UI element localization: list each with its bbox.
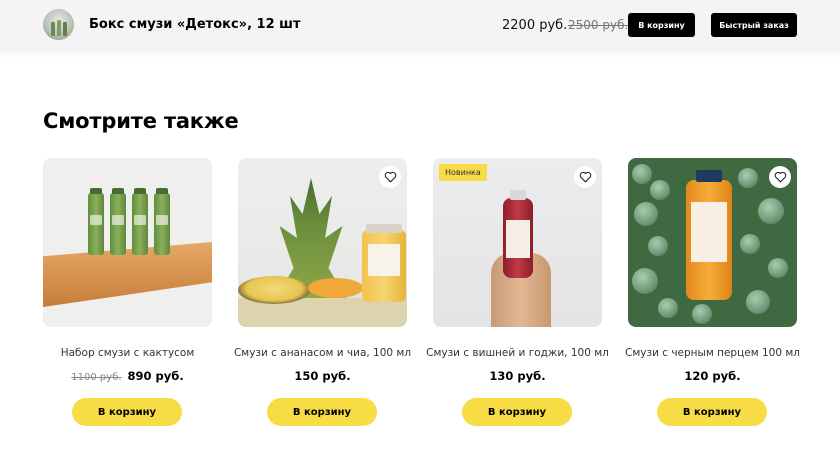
- product-price: 150 руб.: [294, 369, 351, 383]
- add-to-cart-button[interactable]: В корзину: [462, 398, 572, 426]
- product-price: 2200 руб.: [502, 18, 568, 33]
- new-badge: Новинка: [439, 164, 487, 181]
- product-image[interactable]: [238, 158, 407, 327]
- sticky-product-bar: Бокс смузи «Детокс», 12 шт 2200 руб. 250…: [0, 0, 840, 51]
- product-name[interactable]: Смузи с вишней и годжи, 100 мл: [413, 347, 622, 359]
- heart-icon[interactable]: [769, 166, 791, 188]
- product-title: Бокс смузи «Детокс», 12 шт: [89, 17, 301, 32]
- add-to-cart-button[interactable]: В корзину: [72, 398, 182, 426]
- product-prices: 130 руб.: [433, 369, 602, 383]
- product-old-price: 1100 руб.: [71, 372, 122, 383]
- product-thumbnail[interactable]: [43, 9, 74, 40]
- product-prices: 120 руб.: [628, 369, 797, 383]
- heart-icon[interactable]: [379, 166, 401, 188]
- section-title: Смотрите также: [43, 109, 239, 133]
- add-to-cart-button[interactable]: В корзину: [628, 13, 695, 37]
- add-to-cart-button[interactable]: В корзину: [267, 398, 377, 426]
- product-card[interactable]: Новинка Смузи с вишней и годжи, 100 мл 1…: [426, 158, 609, 426]
- product-prices: 150 руб.: [238, 369, 407, 383]
- product-image[interactable]: Новинка: [433, 158, 602, 327]
- add-to-cart-button[interactable]: В корзину: [657, 398, 767, 426]
- product-name[interactable]: Смузи с черным перцем 100 мл: [608, 347, 817, 359]
- product-name[interactable]: Смузи с ананасом и чиа, 100 мл: [218, 347, 427, 359]
- quick-order-button[interactable]: Быстрый заказ: [711, 13, 797, 37]
- product-name[interactable]: Набор смузи с кактусом: [23, 347, 232, 359]
- heart-icon[interactable]: [574, 166, 596, 188]
- product-image[interactable]: [43, 158, 212, 327]
- product-card[interactable]: Смузи с ананасом и чиа, 100 мл 150 руб. …: [234, 158, 411, 426]
- product-image[interactable]: [628, 158, 797, 327]
- product-card[interactable]: Смузи с черным перцем 100 мл 120 руб. В …: [625, 158, 800, 426]
- product-prices: 1100 руб. 890 руб.: [43, 369, 212, 383]
- product-price: 120 руб.: [684, 369, 741, 383]
- product-card[interactable]: Набор смузи с кактусом 1100 руб. 890 руб.…: [43, 158, 212, 426]
- product-price: 890 руб.: [127, 369, 184, 383]
- product-old-price: 2500 руб.: [568, 18, 629, 32]
- product-price: 130 руб.: [489, 369, 546, 383]
